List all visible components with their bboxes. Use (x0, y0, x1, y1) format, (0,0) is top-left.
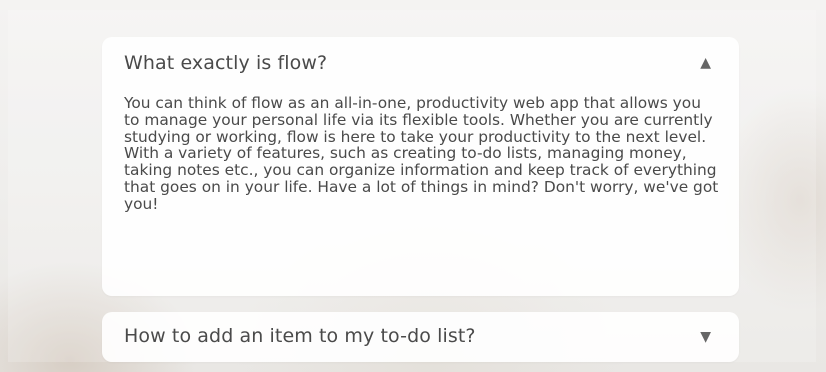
collapse-arrow-icon[interactable]: ▲ (700, 55, 711, 71)
faq-question-what-is-flow[interactable]: What exactly is flow? (124, 52, 327, 74)
expand-arrow-icon[interactable]: ▼ (700, 329, 711, 345)
faq-item-add-todo: How to add an item to my to-do list? ▼ (102, 312, 739, 362)
faq-answer-what-is-flow: You can think of flow as an all-in-one, … (124, 94, 719, 213)
faq-question-add-todo[interactable]: How to add an item to my to-do list? (124, 325, 476, 347)
faq-item-what-is-flow: What exactly is flow? ▲ You can think of… (102, 37, 739, 296)
